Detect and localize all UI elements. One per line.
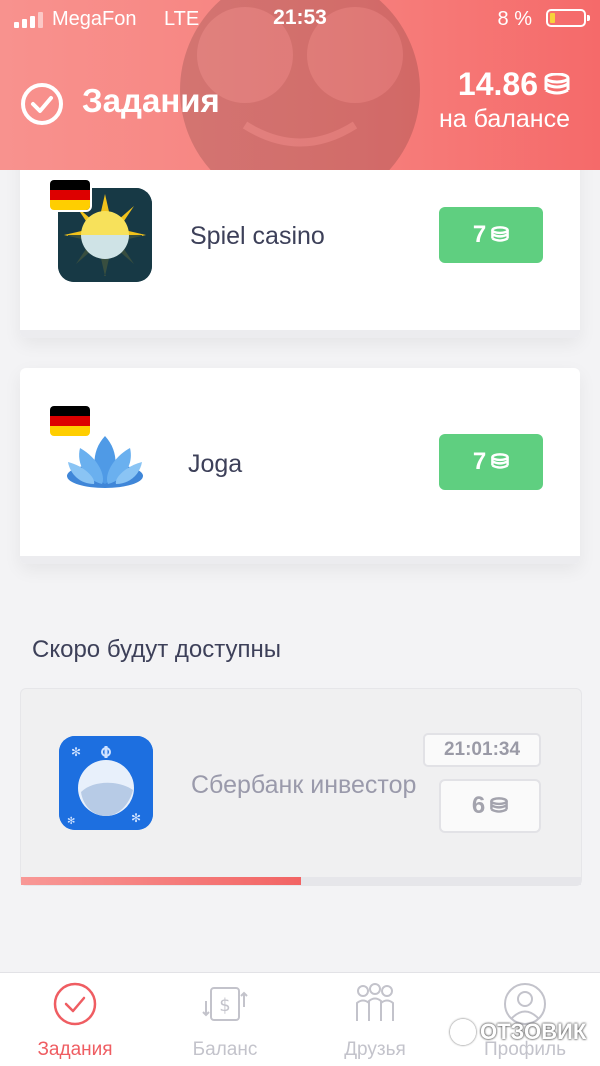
otzovik-watermark: ОТЗОВИК	[450, 1019, 586, 1045]
reward-button[interactable]: 7	[439, 207, 543, 263]
reward-button[interactable]: 7	[439, 434, 543, 490]
coins-icon	[491, 226, 509, 242]
reward-amount: 6	[471, 792, 486, 819]
nav-tab-balance[interactable]: $ Баланс	[150, 973, 300, 1066]
watermark-logo-icon	[450, 1019, 476, 1045]
nav-label: Друзья	[344, 1039, 406, 1060]
status-bar: MegaFon LTE 21:53 8 %	[0, 0, 600, 40]
task-app-name: Spiel casino	[190, 222, 325, 250]
coins-icon	[544, 72, 570, 94]
battery-icon	[546, 9, 590, 27]
germany-flag-icon	[50, 406, 90, 436]
watermark-text: ОТЗОВИК	[480, 1019, 587, 1044]
sberbank-investor-app-icon: ✻ ✻ ✻	[59, 736, 153, 830]
upcoming-app-name: Сбербанк инвестор	[191, 771, 417, 799]
nav-label: Баланс	[192, 1039, 258, 1060]
task-app-name: Joga	[188, 450, 243, 478]
balance-display[interactable]: 14.86 на балансе	[439, 66, 570, 134]
disabled-reward-badge: 6	[439, 779, 541, 833]
progress-fill	[21, 877, 301, 885]
nav-tab-friends[interactable]: Друзья	[300, 973, 450, 1066]
svg-text:✻: ✻	[131, 811, 141, 825]
svg-text:$: $	[219, 995, 230, 1016]
germany-flag-icon	[50, 180, 90, 210]
exchange-dollar-icon: $	[202, 987, 248, 1021]
countdown-timer: 21:01:34	[423, 733, 541, 767]
nav-tab-tasks[interactable]: Задания	[0, 973, 150, 1066]
balance-amount: 14.86	[457, 66, 538, 102]
page-title: Задания	[82, 82, 220, 119]
task-card[interactable]: Joga 7	[20, 368, 580, 564]
svg-text:✻: ✻	[71, 745, 81, 759]
reward-amount: 7	[472, 448, 487, 475]
coins-icon	[491, 453, 509, 469]
check-circle-icon	[21, 83, 63, 125]
coins-icon	[490, 797, 508, 813]
card-footer	[20, 330, 580, 338]
svg-text:✻: ✻	[67, 816, 75, 827]
balance-label: на балансе	[438, 105, 570, 133]
nav-label: Задания	[37, 1039, 113, 1060]
upcoming-task-card: ✻ ✻ ✻ Сбербанк инвестор 21:01:34 6	[20, 688, 582, 886]
check-circle-icon	[53, 982, 97, 1026]
reward-amount: 7	[472, 221, 487, 248]
section-title: Скоро будут доступны	[32, 636, 282, 663]
availability-progress-bar	[21, 877, 581, 885]
card-footer	[20, 556, 580, 564]
battery-percent: 8 %	[497, 8, 532, 30]
app-header: MegaFon LTE 21:53 8 % Задания 14.86 на б…	[0, 0, 600, 170]
friends-icon	[356, 983, 394, 1021]
